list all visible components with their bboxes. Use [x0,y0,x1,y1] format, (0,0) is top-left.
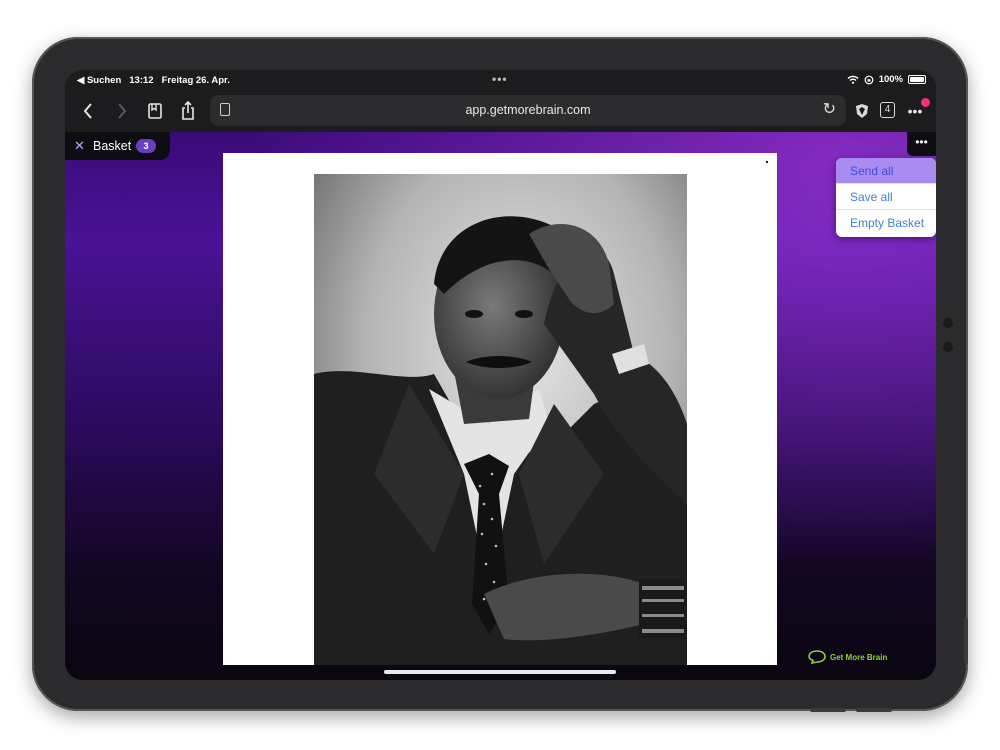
url-text[interactable]: app.getmorebrain.com [210,103,846,117]
battery-percent: 100% [878,74,903,85]
reload-icon[interactable]: ↻ [823,99,836,119]
app-content: ✕ Basket 3 ••• Send all Save all Empty B… [65,132,936,680]
home-indicator[interactable] [384,670,616,674]
menu-item-save-all[interactable]: Save all [836,184,936,210]
menu-item-empty-basket[interactable]: Empty Basket [836,210,936,236]
hardware-button [810,708,846,712]
camera-sensors [943,318,953,366]
back-to-app-link[interactable]: ◀ Suchen [77,75,121,86]
address-bar[interactable]: app.getmorebrain.com ↻ [210,95,846,126]
volume-button [964,618,968,664]
brand-name: Get More Brain [830,652,888,662]
back-icon[interactable] [75,98,101,124]
status-date: Freitag 26. Apr. [161,75,230,86]
orientation-lock-icon [864,75,874,84]
status-bar: ◀ Suchen 13:12 Freitag 26. Apr. ••• 100% [65,70,936,90]
page-speck [766,161,768,163]
speech-bubble-icon [808,650,826,664]
brave-shield-icon[interactable] [849,98,875,124]
multitasking-dots-icon[interactable]: ••• [492,72,508,86]
basket-tab[interactable]: ✕ Basket 3 [65,132,170,160]
document-page [223,153,777,665]
forward-icon[interactable] [109,98,135,124]
hardware-button [856,708,892,712]
wifi-icon [847,75,859,84]
status-time: 13:12 [129,75,154,86]
browser-toolbar: app.getmorebrain.com ↻ 4 ••• [65,90,936,132]
portrait-photo [314,174,687,665]
share-icon[interactable] [175,98,201,124]
basket-count-badge: 3 [136,139,156,153]
get-more-brain-logo: Get More Brain [808,648,908,666]
basket-options-button[interactable]: ••• [907,132,936,156]
screen: ◀ Suchen 13:12 Freitag 26. Apr. ••• 100% [65,70,936,680]
basket-label: Basket [93,139,132,153]
portrait-illustration [314,174,687,665]
bookmarks-icon[interactable] [142,98,168,124]
menu-item-send-all[interactable]: Send all [836,158,936,184]
tabs-button[interactable]: 4 [880,102,895,118]
close-icon[interactable]: ✕ [74,138,85,154]
basket-options-menu: Send all Save all Empty Basket [836,158,936,237]
battery-icon [908,75,926,84]
notification-badge [921,98,930,107]
